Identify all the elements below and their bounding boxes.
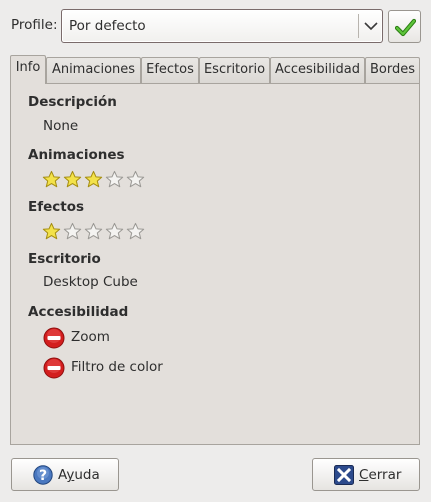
tab-escritorio-label: Escritorio	[203, 62, 266, 77]
effects-title: Efectos	[28, 199, 85, 215]
tab-info[interactable]: Info	[10, 55, 46, 84]
checkmark-icon	[395, 18, 416, 37]
star-empty-icon	[105, 170, 124, 189]
animations-title: Animaciones	[28, 147, 125, 163]
star-empty-icon	[126, 222, 145, 241]
accessibility-item-label: Filtro de color	[71, 359, 163, 375]
tab-efectos[interactable]: Efectos	[141, 57, 199, 83]
desktop-title: Escritorio	[28, 251, 101, 267]
tab-escritorio[interactable]: Escritorio	[199, 57, 270, 83]
help-button-label: Ayuda	[58, 467, 100, 483]
no-entry-icon	[43, 357, 65, 379]
accessibility-item-label: Zoom	[71, 329, 110, 345]
info-panel: Descripción None Animaciones Efectos Esc…	[10, 83, 420, 445]
star-empty-icon	[84, 222, 103, 241]
chevron-down-icon[interactable]	[363, 17, 379, 35]
tab-accesibilidad-label: Accesibilidad	[275, 62, 360, 77]
star-empty-icon	[63, 222, 82, 241]
profile-row: Profile: Por defecto	[0, 0, 431, 48]
tab-bordes[interactable]: Bordes	[365, 57, 420, 83]
combobox-separator	[358, 14, 359, 38]
help-icon: ?	[33, 465, 53, 485]
close-icon	[334, 465, 354, 485]
description-title: Descripción	[28, 94, 117, 110]
profile-combobox[interactable]: Por defecto	[61, 9, 383, 43]
accessibility-title: Accesibilidad	[28, 304, 129, 320]
star-filled-icon	[84, 170, 103, 189]
tab-info-label: Info	[15, 60, 41, 75]
star-empty-icon	[126, 170, 145, 189]
close-button-label: Cerrar	[359, 467, 402, 483]
star-empty-icon	[105, 222, 124, 241]
svg-text:?: ?	[39, 468, 47, 484]
star-filled-icon	[42, 222, 61, 241]
description-value: None	[43, 118, 79, 134]
no-entry-icon	[43, 327, 65, 349]
tab-animaciones-label: Animaciones	[51, 62, 136, 77]
tab-bordes-label: Bordes	[369, 62, 415, 77]
close-button[interactable]: Cerrar	[312, 458, 420, 491]
star-filled-icon	[63, 170, 82, 189]
desktop-value: Desktop Cube	[43, 274, 138, 290]
profile-combobox-value: Por defecto	[69, 18, 146, 34]
tab-accesibilidad[interactable]: Accesibilidad	[270, 57, 365, 83]
help-button[interactable]: ? Ayuda	[11, 458, 119, 491]
tab-animaciones[interactable]: Animaciones	[46, 57, 141, 83]
apply-profile-button[interactable]	[388, 10, 421, 43]
star-filled-icon	[42, 170, 61, 189]
tab-efectos-label: Efectos	[146, 62, 194, 77]
profile-label: Profile:	[11, 17, 58, 33]
